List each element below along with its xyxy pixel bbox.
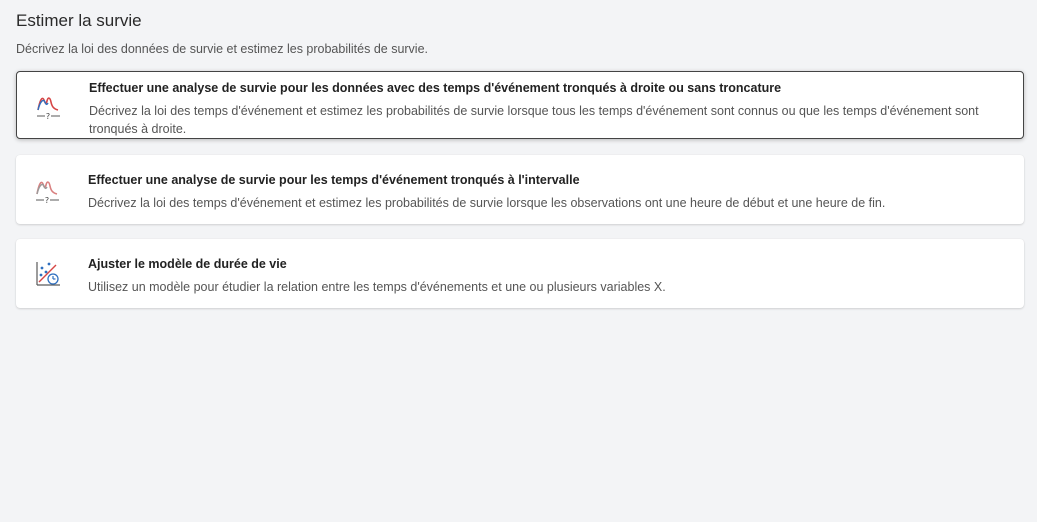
card-title: Ajuster le modèle de durée de vie xyxy=(88,257,287,271)
page-title: Estimer la survie xyxy=(16,11,142,30)
survival-curve-icon: ? xyxy=(35,92,63,121)
card-description: Décrivez la loi des temps d'événement et… xyxy=(88,196,886,210)
page-subtitle: Décrivez la loi des données de survie et… xyxy=(16,42,429,56)
survival-interval-censored-card[interactable]: ? Effectuer une analyse de survie pour l… xyxy=(16,155,1024,224)
card-description: Décrivez la loi des temps d'événement et… xyxy=(89,104,979,136)
svg-text:?: ? xyxy=(46,112,50,120)
lifetime-model-card[interactable]: Ajuster le modèle de durée de vie Utilis… xyxy=(16,239,1024,308)
survival-right-censored-card[interactable]: ? Effectuer une analyse de survie pour l… xyxy=(16,71,1024,139)
svg-text:?: ? xyxy=(45,196,49,204)
card-description: Utilisez un modèle pour étudier la relat… xyxy=(88,280,666,294)
survival-interval-icon: ? xyxy=(34,176,62,205)
card-title: Effectuer une analyse de survie pour les… xyxy=(88,173,580,187)
card-title: Effectuer une analyse de survie pour les… xyxy=(89,81,782,95)
lifetime-model-icon xyxy=(34,260,62,288)
